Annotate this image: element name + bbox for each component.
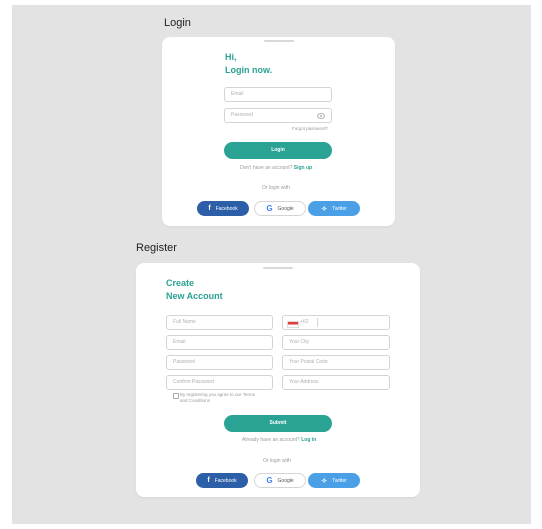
facebook-label: Facebook [215,205,238,212]
full-name-field[interactable]: Full Name [166,315,273,330]
google-icon: G [266,476,273,485]
signup-link[interactable]: Sign up [294,165,312,171]
login-prompt: Already have an account? Log in [242,437,316,443]
login-heading-line1: Hi, [225,52,237,62]
login-link[interactable]: Log in [301,437,316,443]
email-field[interactable]: Email [166,335,273,350]
confirm-password-field[interactable]: Confirm Password [166,375,273,390]
password-placeholder: Password [231,112,253,118]
terms-text: By registering you agree to our Terms an… [180,392,255,404]
login-card: Hi, Login now. Email Password Forgot pas… [162,37,395,226]
register-section-title: Register [136,242,177,254]
city-field[interactable]: Your City [282,335,390,350]
terms-line2: and Conditions [180,398,211,403]
no-account-text: Don't have an account? [240,165,293,171]
login-heading-line2: Login now. [225,65,273,75]
address-field[interactable]: Your Address [282,375,390,390]
google-icon: G [266,204,273,213]
drag-handle[interactable] [264,40,294,42]
eye-icon[interactable] [317,113,325,119]
password-field[interactable]: Password [166,355,273,370]
signup-prompt: Don't have an account? Sign up [240,165,312,171]
facebook-label: Facebook [214,477,237,484]
twitter-label: Twitter [332,477,347,484]
terms-checkbox[interactable] [173,393,179,399]
facebook-login-button[interactable]: f Facebook [197,201,249,216]
postal-code-field[interactable]: Your Postal Code [282,355,390,370]
twitter-icon: ✧ [321,205,328,213]
facebook-icon: f [208,205,211,212]
submit-button[interactable]: Submit [224,415,332,432]
have-account-text: Already have an account? [242,437,300,443]
register-card: Create New Account Full Name Email Passw… [136,263,420,497]
password-field[interactable]: Password [224,108,332,123]
twitter-icon: ✧ [321,477,328,485]
forgot-password-link[interactable]: Forgot password? [292,126,328,131]
phone-divider [317,318,318,327]
twitter-login-button[interactable]: ✧ Twitter [308,201,360,216]
drag-handle[interactable] [263,267,293,269]
google-label: Google [277,477,294,484]
google-login-button[interactable]: G Google [254,201,306,216]
facebook-login-button[interactable]: f Facebook [196,473,248,488]
twitter-label: Twitter [332,205,347,212]
phone-field[interactable]: +62 [282,315,390,330]
flag-icon[interactable] [287,321,299,328]
phone-country-code: +62 [300,319,309,325]
or-login-with-label: Or login with [262,185,290,191]
login-button[interactable]: Login [224,142,332,159]
google-label: Google [277,205,294,212]
twitter-login-button[interactable]: ✧ Twitter [308,473,360,488]
login-section-title: Login [164,17,191,29]
login-heading: Hi, Login now. [225,51,272,77]
register-heading: Create New Account [166,277,223,303]
google-login-button[interactable]: G Google [254,473,306,488]
or-login-with-label: Or login with [263,458,291,464]
facebook-icon: f [207,477,210,484]
register-heading-line2: New Account [166,291,223,301]
email-field[interactable]: Email [224,87,332,102]
register-heading-line1: Create [166,278,195,288]
